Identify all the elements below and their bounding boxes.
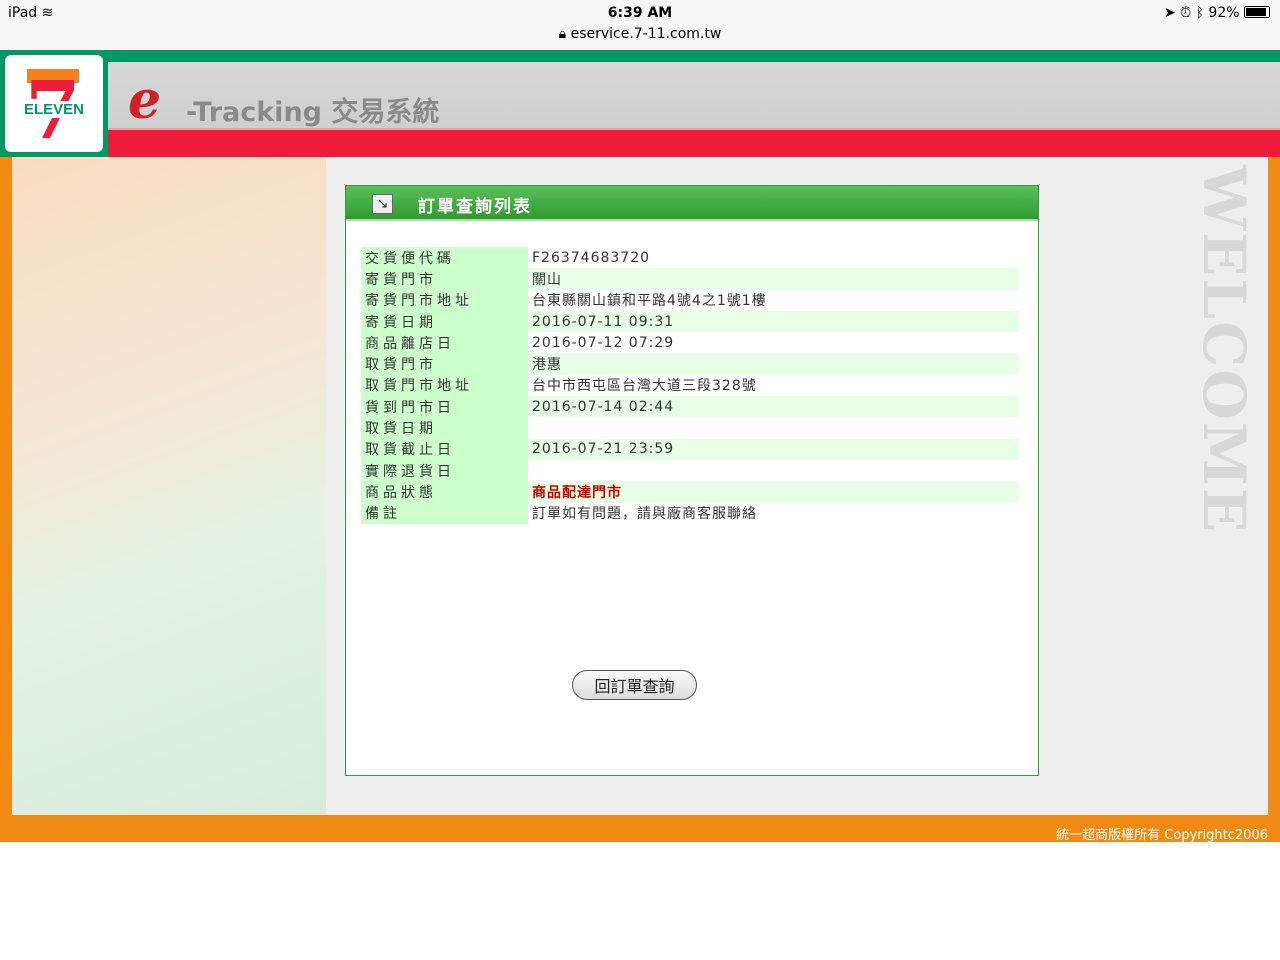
- alarm-icon: ⏰︎: [1180, 5, 1192, 21]
- field-value: 台東縣關山鎮和平路4號4之1號1樓: [532, 293, 767, 310]
- url-bar[interactable]: 🔒︎ eservice.7-11.com.tw: [0, 26, 1280, 42]
- field-value: 2016-07-14 02:44: [528, 396, 1019, 418]
- table-row: 取貨截止日 2016-07-21 23:59: [361, 438, 1019, 460]
- panel-header: ↘ 訂單查詢列表: [346, 186, 1038, 221]
- table-row: 取貨門市 港惠: [361, 353, 1019, 375]
- field-value: 2016-07-11 09:31: [528, 310, 1019, 333]
- field-label: 取貨日期: [361, 417, 528, 439]
- copyright: 統一超商版權所有 Copyrightc2006: [1056, 828, 1268, 843]
- arrow-down-right-icon: ↘: [372, 194, 393, 214]
- back-to-order-query-button[interactable]: 回訂單查詢: [572, 670, 697, 700]
- battery-icon: [1244, 6, 1270, 18]
- table-row: 寄貨日期 2016-07-11 09:31: [361, 310, 1019, 333]
- field-value: 2016-07-21 23:59: [528, 438, 1019, 460]
- ios-status-bar: iPad ≋ 6:39 AM 🔒︎ eservice.7-11.com.tw ➤…: [0, 0, 1280, 50]
- field-label: 備註: [361, 502, 528, 524]
- field-label: 取貨截止日: [361, 438, 528, 460]
- field-value: F26374683720: [532, 249, 651, 266]
- header-green-stripe: [108, 50, 1280, 62]
- field-label: 實際退貨日: [361, 459, 528, 482]
- seven-eleven-logo[interactable]: 7ELEVEN: [0, 50, 108, 157]
- field-label: 商品離店日: [361, 332, 528, 354]
- field-value: 訂單如有問題，請與廠商客服聯絡: [532, 506, 757, 523]
- field-label: 交貨便代碼: [361, 247, 528, 269]
- battery-percent: 92%: [1208, 5, 1240, 21]
- field-value: [528, 460, 1019, 481]
- table-row: 取貨門市地址 台中市西屯區台灣大道三段328號: [361, 374, 1019, 397]
- keyboard-mouse-image: [12, 157, 326, 815]
- table-row: 商品狀態 商品配達門市: [361, 481, 1019, 503]
- field-value: 台中市西屯區台灣大道三段328號: [532, 378, 757, 395]
- order-query-panel: ↘ 訂單查詢列表 交貨便代碼 F26374683720 寄貨門市 關山 寄貨門市地址 台東…: [345, 185, 1039, 776]
- table-row: 商品離店日 2016-07-12 07:29: [361, 332, 1019, 354]
- status-icons: ➤ ⏰︎ ᛒ 92%: [1164, 5, 1270, 21]
- field-label: 取貨門市: [361, 353, 528, 375]
- field-value: 關山: [528, 268, 1019, 290]
- field-label: 貨到門市日: [361, 396, 528, 418]
- field-label: 取貨門市地址: [361, 374, 528, 397]
- url-text: eservice.7-11.com.tw: [570, 26, 722, 42]
- e-logo: e: [128, 70, 162, 131]
- clock: 6:39 AM: [607, 5, 673, 21]
- lock-icon: 🔒︎: [558, 26, 567, 42]
- bluetooth-icon: ᛒ: [1195, 5, 1204, 21]
- field-value: 2016-07-12 07:29: [532, 334, 675, 351]
- table-row: 取貨日期: [361, 417, 1019, 439]
- order-detail-table: 交貨便代碼 F26374683720 寄貨門市 關山 寄貨門市地址 台東縣關山鎮和平路4號…: [361, 247, 1019, 524]
- field-value: 商品配達門市: [528, 481, 1019, 503]
- field-label: 商品狀態: [361, 481, 528, 503]
- table-row: 實際退貨日: [361, 459, 1019, 482]
- table-row: 寄貨門市地址 台東縣關山鎮和平路4號4之1號1樓: [361, 289, 1019, 311]
- site-title: -Tracking 交易系統: [186, 97, 440, 128]
- panel-title: 訂單查詢列表: [418, 197, 532, 217]
- table-row: 備註 訂單如有問題，請與廠商客服聯絡: [361, 502, 1019, 524]
- table-row: 貨到門市日 2016-07-14 02:44: [361, 396, 1019, 418]
- field-value: 港惠: [528, 353, 1019, 375]
- header-red-stripe: [108, 128, 1280, 157]
- field-label: 寄貨門市: [361, 268, 528, 290]
- logo-text: ELEVEN: [9, 101, 99, 118]
- field-value: [528, 417, 1019, 438]
- table-row: 交貨便代碼 F26374683720: [361, 247, 1019, 269]
- welcome-text: WELCOME: [1190, 165, 1258, 535]
- field-label: 寄貨日期: [361, 310, 528, 333]
- table-row: 寄貨門市 關山: [361, 268, 1019, 290]
- location-icon: ➤: [1164, 5, 1176, 21]
- field-label: 寄貨門市地址: [361, 289, 528, 311]
